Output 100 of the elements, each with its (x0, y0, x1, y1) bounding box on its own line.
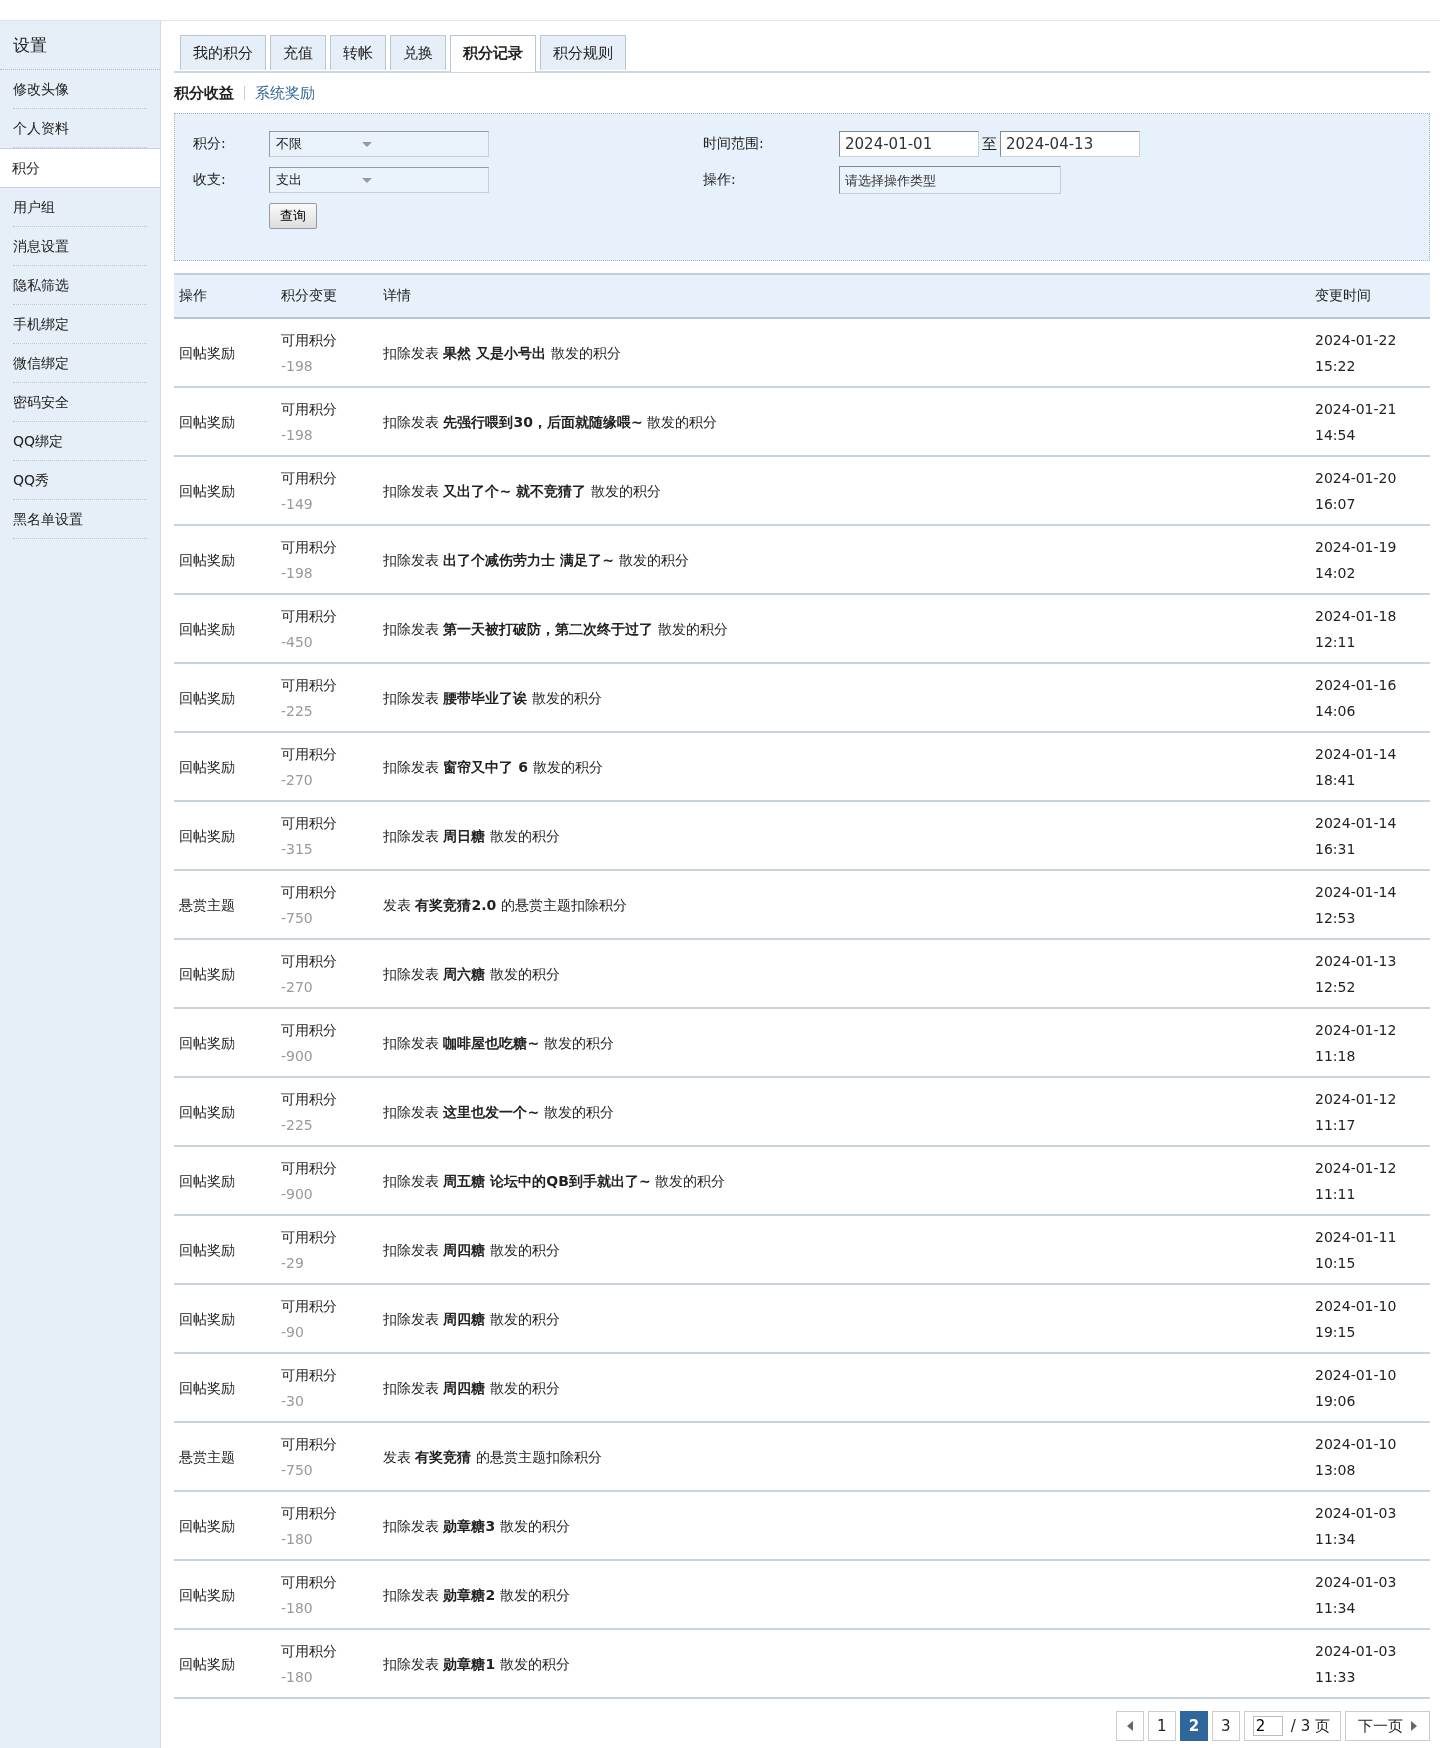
detail-text: 扣除发表 果然 又是小号出 散发的积分 (383, 344, 621, 361)
change-date: 2024-01-12 (1315, 1158, 1398, 1178)
detail-text: 扣除发表 周日糖 散发的积分 (383, 827, 560, 844)
field-label: 收支: (193, 171, 227, 189)
credit-type: 可用积分 (281, 813, 338, 833)
caret-icon (362, 141, 372, 147)
detail-text: 扣除发表 出了个减伤劳力士 满足了~ 散发的积分 (383, 551, 689, 568)
tab[interactable]: 积分规则 (540, 35, 626, 70)
change-time: 19:06 (1315, 1391, 1357, 1411)
table-cell: 回帖奖励 (179, 1034, 235, 1051)
credit-type: 可用积分 (281, 744, 338, 764)
query-button[interactable]: 查询 (269, 203, 317, 229)
credit-change: -198 (281, 563, 314, 583)
detail-text: 扣除发表 周四糖 散发的积分 (383, 1241, 560, 1258)
page-total: / 3 页 (1290, 1716, 1330, 1736)
table-cell: 回帖奖励 (179, 827, 235, 844)
change-date: 2024-01-03 (1315, 1572, 1398, 1592)
credit-type: 可用积分 (281, 1572, 338, 1592)
change-time: 14:06 (1315, 701, 1357, 721)
credit-select[interactable]: 不限 (269, 131, 489, 157)
page-button[interactable]: 2 (1179, 1711, 1208, 1741)
detail-text: 扣除发表 勋章糖1 散发的积分 (383, 1655, 570, 1672)
right-arrow-icon (1411, 1721, 1417, 1731)
sidebar-item[interactable]: 黑名单设置 (13, 500, 147, 539)
change-time: 12:52 (1315, 977, 1357, 997)
change-time: 14:54 (1315, 425, 1357, 445)
credit-type: 可用积分 (281, 951, 338, 971)
table-cell: 回帖奖励 (179, 1310, 235, 1327)
table-cell: 悬赏主题 (179, 896, 235, 913)
tab[interactable]: 转帐 (330, 35, 386, 70)
range-separator: 至 (982, 134, 997, 154)
detail-text: 发表 有奖竞猜2.0 的悬赏主题扣除积分 (383, 896, 627, 913)
credit-type: 可用积分 (281, 1434, 338, 1454)
change-date: 2024-01-03 (1315, 1503, 1398, 1523)
credit-type: 可用积分 (281, 1020, 338, 1040)
credit-type: 可用积分 (281, 675, 338, 695)
credit-change: -198 (281, 425, 314, 445)
sidebar-item[interactable]: 用户组 (13, 188, 147, 227)
change-time: 15:22 (1315, 356, 1357, 376)
credit-change: -900 (281, 1184, 314, 1204)
change-date: 2024-01-10 (1315, 1296, 1398, 1316)
change-date: 2024-01-03 (1315, 1641, 1398, 1661)
table-cell: 回帖奖励 (179, 965, 235, 982)
next-page-button[interactable]: 下一页 (1345, 1711, 1430, 1741)
page-button[interactable]: 3 (1211, 1711, 1240, 1741)
change-date: 2024-01-14 (1315, 744, 1398, 764)
table-cell: 回帖奖励 (179, 620, 235, 637)
table-cell: 回帖奖励 (179, 1172, 235, 1189)
tab[interactable]: 我的积分 (180, 35, 266, 70)
sidebar-item[interactable]: 积分 (0, 148, 160, 188)
change-time: 11:33 (1315, 1667, 1357, 1687)
credit-change: -750 (281, 908, 314, 928)
detail-text: 发表 有奖竞猜 的悬赏主题扣除积分 (383, 1448, 602, 1465)
sidebar-item[interactable]: 手机绑定 (13, 305, 147, 344)
sidebar-item[interactable]: 隐私筛选 (13, 266, 147, 305)
detail-text: 扣除发表 勋章糖3 散发的积分 (383, 1517, 570, 1534)
table-cell: 回帖奖励 (179, 758, 235, 775)
page-button[interactable]: 1 (1147, 1711, 1176, 1741)
page-input[interactable]: 2 (1252, 1716, 1283, 1736)
subtab[interactable]: 积分收益 (174, 83, 234, 103)
detail-text: 扣除发表 周四糖 散发的积分 (383, 1379, 560, 1396)
column-header: 详情 (383, 287, 411, 303)
caret-icon (362, 177, 372, 183)
table-cell: 回帖奖励 (179, 1517, 235, 1534)
sidebar-item[interactable]: 修改头像 (13, 70, 147, 109)
credit-change: -315 (281, 839, 314, 859)
table-cell: 悬赏主题 (179, 1448, 235, 1465)
table-cell: 回帖奖励 (179, 413, 235, 430)
previous-page-button[interactable] (1115, 1711, 1144, 1741)
sidebar-title: 设置 (0, 21, 160, 70)
detail-text: 扣除发表 这里也发一个~ 散发的积分 (383, 1103, 614, 1120)
operation-field[interactable]: 请选择操作类型 (839, 166, 1061, 194)
change-time: 11:11 (1315, 1184, 1357, 1204)
credit-change: -29 (281, 1253, 305, 1273)
detail-text: 扣除发表 周四糖 散发的积分 (383, 1310, 560, 1327)
change-date: 2024-01-12 (1315, 1020, 1398, 1040)
detail-text: 扣除发表 咖啡屋也吃糖~ 散发的积分 (383, 1034, 614, 1051)
credit-change: -225 (281, 701, 314, 721)
sidebar-item[interactable]: QQ秀 (13, 461, 147, 500)
sidebar-item[interactable]: 消息设置 (13, 227, 147, 266)
table-cell: 回帖奖励 (179, 551, 235, 568)
type-select[interactable]: 支出 (269, 167, 489, 193)
credit-change: -198 (281, 356, 314, 376)
sidebar-item[interactable]: 密码安全 (13, 383, 147, 422)
credit-type: 可用积分 (281, 330, 338, 350)
sidebar-item[interactable]: 微信绑定 (13, 344, 147, 383)
tab[interactable]: 兑换 (390, 35, 446, 70)
tab[interactable]: 充值 (270, 35, 326, 70)
credit-type: 可用积分 (281, 606, 338, 626)
end-date-field[interactable]: 2024-04-13 (1000, 131, 1140, 157)
sidebar-item[interactable]: QQ绑定 (13, 422, 147, 461)
start-date-field[interactable]: 2024-01-01 (839, 131, 979, 157)
change-time: 19:15 (1315, 1322, 1357, 1342)
tab[interactable]: 积分记录 (450, 35, 536, 72)
credit-change: -180 (281, 1598, 314, 1618)
change-date: 2024-01-14 (1315, 882, 1398, 902)
subtab[interactable]: 系统奖励 (255, 83, 315, 103)
change-date: 2024-01-16 (1315, 675, 1398, 695)
field-label: 积分: (193, 135, 227, 153)
change-time: 11:17 (1315, 1115, 1357, 1135)
